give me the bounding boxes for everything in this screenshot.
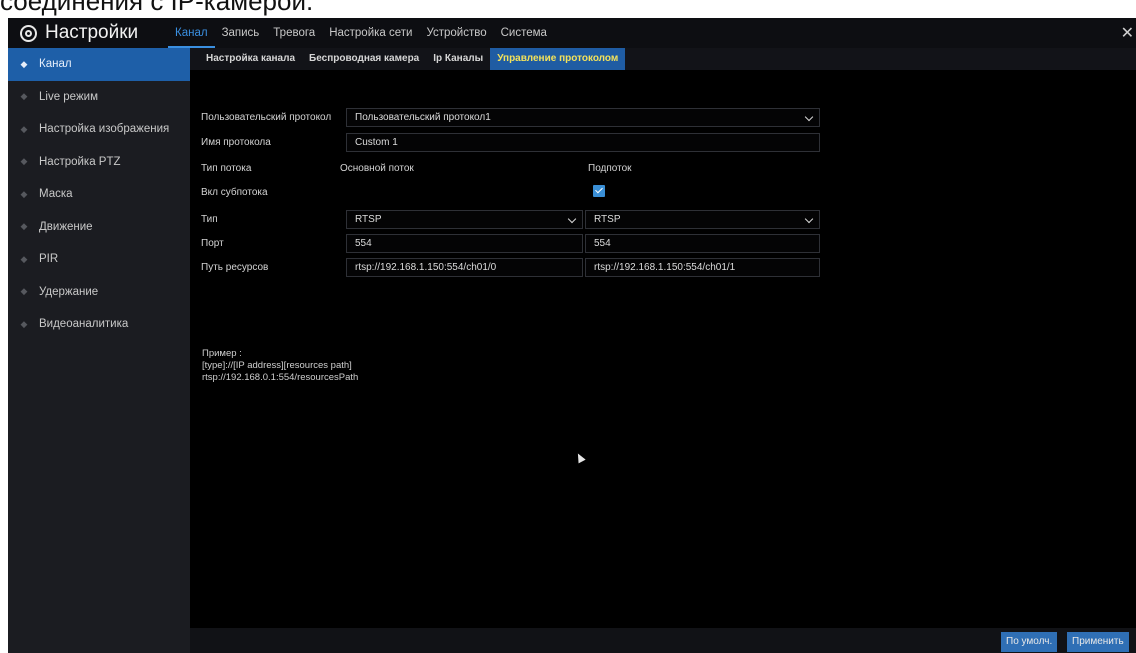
main-type-select[interactable]: RTSP [346, 210, 583, 229]
sidebar-item-channel[interactable]: ◆ Канал [8, 48, 190, 81]
enable-substream-checkbox[interactable] [593, 185, 605, 197]
tab-wireless-camera[interactable]: Беспроводная камера [302, 48, 426, 70]
sidebar: ◆ Канал ◆ Live режим ◆ Настройка изображ… [8, 48, 190, 653]
main-port-input[interactable]: 554 [346, 234, 583, 253]
tab-channel-settings[interactable]: Настройка канала [199, 48, 302, 70]
sidebar-item-motion[interactable]: ◆ Движение [8, 211, 190, 244]
chevron-down-icon [567, 214, 577, 224]
nvr-settings-window: Настройки Канал Запись Тревога Настройка… [8, 18, 1136, 653]
diamond-icon: ◆ [20, 156, 28, 167]
apply-button[interactable]: Применить [1067, 632, 1129, 652]
custom-protocol-value: Пользовательский протокол1 [355, 112, 491, 123]
diamond-icon: ◆ [20, 318, 28, 329]
top-bar: Настройки Канал Запись Тревога Настройка… [8, 18, 1136, 48]
sidebar-item-label: Движение [39, 220, 93, 233]
stream-type-label: Тип потока [201, 163, 252, 174]
sidebar-item-label: Удержание [39, 285, 99, 298]
main-stream-header: Основной поток [340, 163, 414, 174]
diamond-icon: ◆ [20, 221, 28, 232]
sidebar-item-ptz[interactable]: ◆ Настройка PTZ [8, 146, 190, 179]
top-nav-network[interactable]: Настройка сети [322, 18, 419, 48]
sub-type-value: RTSP [594, 214, 621, 225]
custom-protocol-select[interactable]: Пользовательский протокол1 [346, 108, 820, 127]
diamond-icon: ◆ [20, 58, 28, 69]
sidebar-item-label: Настройка изображения [39, 123, 170, 136]
type-label: Тип [201, 214, 218, 225]
top-nav-record[interactable]: Запись [215, 18, 267, 48]
sidebar-item-live[interactable]: ◆ Live режим [8, 81, 190, 114]
default-button[interactable]: По умолч. [1001, 632, 1058, 652]
main-type-value: RTSP [355, 214, 382, 225]
top-nav-system[interactable]: Система [494, 18, 554, 48]
example-block: Пример : [type]://[IP address][resources… [202, 348, 358, 384]
chevron-down-icon [804, 112, 814, 122]
main-path-input[interactable]: rtsp://192.168.1.150:554/ch01/0 [346, 258, 583, 277]
custom-protocol-label: Пользовательский протокол [201, 112, 332, 123]
chevron-down-icon [804, 214, 814, 224]
enable-substream-label: Вкл субпотока [201, 187, 268, 198]
sub-stream-header: Подпоток [588, 163, 632, 174]
sidebar-item-label: Канал [39, 58, 72, 71]
sub-path-input[interactable]: rtsp://192.168.1.150:554/ch01/1 [585, 258, 820, 277]
app-brand: Настройки [20, 19, 138, 47]
top-nav-channel[interactable]: Канал [168, 18, 215, 48]
sub-type-select[interactable]: RTSP [585, 210, 820, 229]
resource-path-label: Путь ресурсов [201, 262, 269, 273]
tab-protocol-management[interactable]: Управление протоколом [490, 48, 626, 70]
app-title: Настройки [45, 22, 139, 43]
port-label: Порт [201, 238, 224, 249]
sidebar-item-mask[interactable]: ◆ Маска [8, 178, 190, 211]
example-title: Пример : [202, 348, 242, 359]
close-icon[interactable]: ✕ [1121, 23, 1134, 43]
sidebar-item-label: Видеоаналитика [39, 318, 129, 331]
sidebar-item-retention[interactable]: ◆ Удержание [8, 276, 190, 309]
diamond-icon: ◆ [20, 188, 28, 199]
protocol-name-label: Имя протокола [201, 137, 271, 148]
sidebar-item-label: Маска [39, 188, 73, 201]
diamond-icon: ◆ [20, 91, 28, 102]
page-caption: соединения с IP-камерой. [0, 0, 314, 16]
sidebar-item-label: PIR [39, 253, 59, 266]
diamond-icon: ◆ [20, 286, 28, 297]
sub-tabs: Настройка канала Беспроводная камера Ip … [190, 48, 1136, 70]
sub-port-input[interactable]: 554 [585, 234, 820, 253]
sidebar-item-label: Live режим [39, 90, 98, 103]
bottom-bar: По умолч. Применить [190, 628, 1136, 653]
sidebar-item-analytics[interactable]: ◆ Видеоаналитика [8, 308, 190, 341]
sidebar-item-image[interactable]: ◆ Настройка изображения [8, 113, 190, 146]
mouse-cursor-icon [574, 451, 586, 464]
diamond-icon: ◆ [20, 253, 28, 264]
sidebar-item-label: Настройка PTZ [39, 155, 121, 168]
settings-gear-icon [20, 24, 37, 42]
protocol-form: Пользовательский протокол Пользовательск… [190, 70, 1136, 640]
top-nav-alarm[interactable]: Тревога [266, 18, 322, 48]
top-nav: Канал Запись Тревога Настройка сети Устр… [168, 18, 554, 48]
example-url: rtsp://192.168.0.1:554/resourcesPath [202, 372, 359, 383]
sidebar-item-pir[interactable]: ◆ PIR [8, 243, 190, 276]
tab-ip-channels[interactable]: Ip Каналы [426, 48, 490, 70]
diamond-icon: ◆ [20, 123, 28, 134]
example-format: [type]://[IP address][resources path] [202, 360, 352, 371]
top-nav-device[interactable]: Устройство [419, 18, 493, 48]
protocol-name-input[interactable]: Custom 1 [346, 133, 820, 152]
